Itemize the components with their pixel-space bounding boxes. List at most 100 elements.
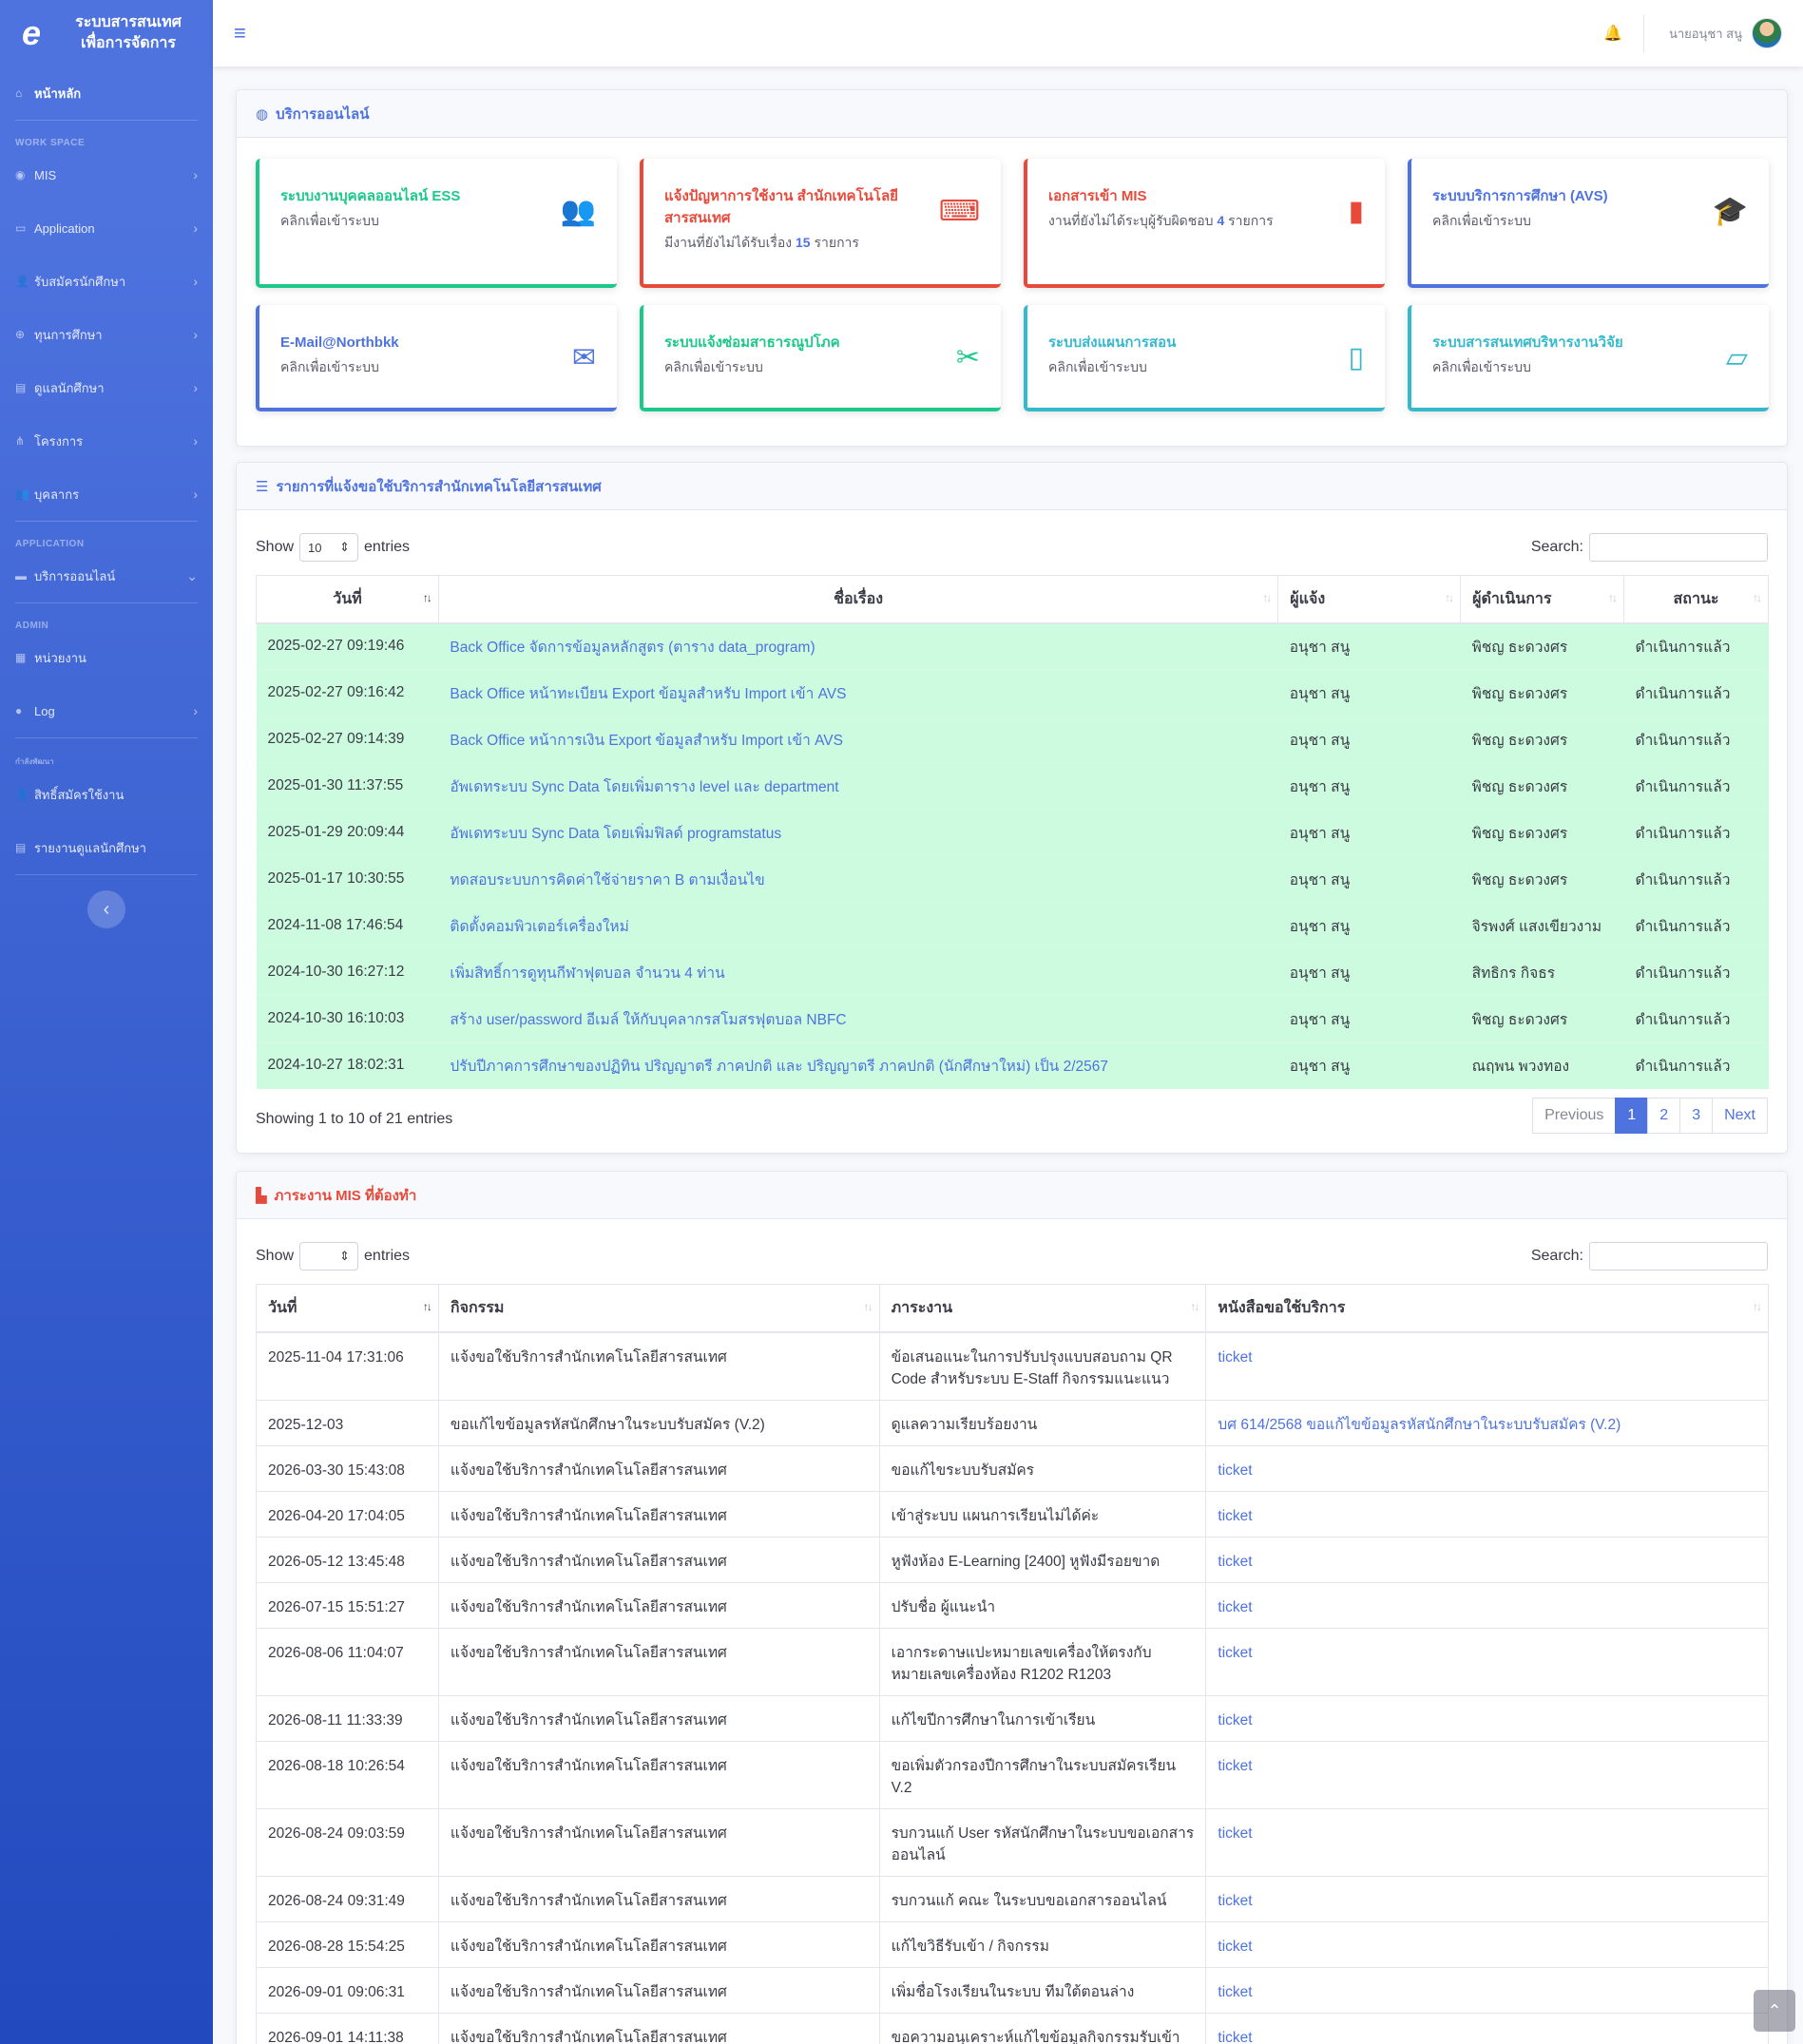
column-header-3[interactable]: ผู้ดำเนินการ ↑↓ [1460, 575, 1625, 624]
column-header-1[interactable]: กิจกรรม ↑↓ [437, 1284, 880, 1333]
page-button-1[interactable]: 1 [1615, 1098, 1649, 1134]
sidebar-item-0[interactable]: ◉ MIS › [0, 148, 213, 201]
chevron-right-icon: › [193, 380, 198, 395]
cell-doc[interactable]: ticket [1205, 2012, 1769, 2044]
cell-subject[interactable]: อัพเดทระบบ Sync Data โดยเพิ่มฟิลด์ progr… [438, 809, 1278, 856]
column-header-4[interactable]: สถานะ ↑↓ [1623, 575, 1769, 624]
table-row[interactable]: 2025-02-27 09:19:46 Back Office จัดการข้อ… [256, 622, 1769, 670]
cell-reporter: อนุชา สนู [1277, 669, 1461, 716]
cell-task: เข้าสู่ระบบ แผนการเรียนไม่ได้ค่ะ [878, 1490, 1207, 1538]
cell-subject[interactable]: ทดสอบระบบการคิดค่าใช้จ่ายราคา B ตามเงื่อ… [438, 855, 1278, 903]
service-tile-7[interactable]: ระบบสารสนเทศบริหารงานวิจัย คลิกเพื่อเข้าร… [1408, 305, 1769, 411]
column-header-2[interactable]: ผู้แจ้ง ↑↓ [1277, 575, 1462, 624]
cell-doc[interactable]: ticket [1205, 1331, 1769, 1401]
sidebar-item-4[interactable]: ▤ ดูแลนักศึกษา › [0, 361, 213, 414]
sidebar-brand[interactable]: e ระบบสารสนเทศ เพื่อการจัดการ [0, 0, 213, 67]
page-button-3[interactable]: 3 [1679, 1098, 1714, 1134]
cell-doc[interactable]: บศ 614/2568 ขอแก้ไขข้อมูลรหัสนักศึกษาในร… [1205, 1399, 1769, 1446]
cell-subject[interactable]: Back Office จัดการข้อมูลหลักสูตร (ตาราง … [438, 622, 1278, 670]
service-tile-1[interactable]: แจ้งปัญหาการใช้งาน สำนักเทคโนโลยีสารสนเท… [640, 159, 1001, 288]
cell-date: 2024-11-08 17:46:54 [256, 902, 439, 949]
service-title: E-Mail@Northbkk [280, 334, 399, 351]
cell-doc[interactable]: ticket [1205, 1581, 1769, 1629]
search-input[interactable] [1589, 1242, 1768, 1270]
service-title: ระบบงานบุคคลออนไลน์ ESS [280, 188, 461, 204]
cell-doc[interactable]: ticket [1205, 1444, 1769, 1492]
column-header-label: หนังสือขอใช้บริการ [1218, 1299, 1346, 1316]
nav-units[interactable]: ▦ หน่วยงาน [0, 631, 213, 684]
cell-subject[interactable]: Back Office หน้าทะเบียน Export ข้อมูลสำห… [438, 669, 1278, 716]
cell-status: ดำเนินการแล้ว [1623, 995, 1769, 1042]
chevron-right-icon: › [193, 274, 198, 289]
sidebar-item-2[interactable]: 👤 รับสมัครนักศึกษา › [0, 255, 213, 308]
table-row[interactable]: 2025-02-27 09:16:42 Back Office หน้าทะเบี… [256, 669, 1769, 716]
search-input[interactable] [1589, 533, 1768, 562]
nav-dashboard[interactable]: ⌂ หน้าหลัก [0, 67, 213, 120]
cell-doc[interactable]: ticket [1205, 1966, 1769, 2014]
column-header-2[interactable]: ภาระงาน ↑↓ [878, 1284, 1207, 1333]
table-row[interactable]: 2024-10-30 16:10:03 สร้าง user/password อ… [256, 995, 1769, 1042]
page-size-select[interactable]: ⇕ [299, 1242, 359, 1270]
service-tile-4[interactable]: E-Mail@Northbkk คลิกเพื่อเข้าระบบ ✉ [256, 305, 617, 411]
sidebar-item-5[interactable]: ⋔ โครงการ › [0, 414, 213, 468]
nav-online-services[interactable]: ▬ บริการออนไลน์ ⌄ [0, 549, 213, 602]
column-header-0[interactable]: วันที่ ↑↓ [256, 575, 439, 624]
sidebar-item-1[interactable]: ▭ Application › [0, 201, 213, 255]
chevron-right-icon: › [193, 433, 198, 449]
table-row[interactable]: 2024-11-08 17:46:54 ติดตั้งคอมพิวเตอร์เคร… [256, 902, 1769, 949]
cell-doc[interactable]: ticket [1205, 1627, 1769, 1696]
cell-doc[interactable]: ticket [1205, 1694, 1769, 1742]
table-row: 2026-08-11 11:33:39 แจ้งขอใช้บริการสำนักเ… [256, 1694, 1769, 1742]
table-row[interactable]: 2025-01-29 20:09:44 อัพเดทระบบ Sync Data … [256, 809, 1769, 856]
table-row[interactable]: 2025-01-30 11:37:55 อัพเดทระบบ Sync Data … [256, 762, 1769, 810]
cell-doc[interactable]: ticket [1205, 1536, 1769, 1583]
user-name[interactable]: นายอนุชา สนู [1669, 24, 1742, 44]
cell-activity: แจ้งขอใช้บริการสำนักเทคโนโลยีสารสนเทศ [437, 1966, 880, 2014]
cell-subject[interactable]: อัพเดทระบบ Sync Data โดยเพิ่มตาราง level… [438, 762, 1278, 810]
page-size-select[interactable]: 10 ⇕ [299, 533, 359, 562]
cell-doc[interactable]: ticket [1205, 1920, 1769, 1968]
service-tile-2[interactable]: เอกสารเข้า MIS งานที่ยังไม่ได้ระบุผู้รับผ… [1024, 159, 1385, 288]
service-tile-3[interactable]: ระบบบริการการศึกษา (AVS) คลิกเพื่อเข้าระบ… [1408, 159, 1769, 288]
service-tile-0[interactable]: ระบบงานบุคคลออนไลน์ ESS คลิกเพื่อเข้าระบบ… [256, 159, 617, 288]
cell-subject[interactable]: เพิ่มสิทธิ์การดูทุนกีฬาฟุตบอล จำนวน 4 ท่… [438, 948, 1278, 996]
sidebar-item-3[interactable]: ⊕ ทุนการศึกษา › [0, 308, 213, 361]
menu-toggle-icon[interactable]: ≡ [234, 21, 246, 46]
scroll-top-button[interactable]: ⌃ [1754, 1990, 1795, 2032]
table-row[interactable]: 2024-10-30 16:27:12 เพิ่มสิทธิ์การดูทุนกี… [256, 948, 1769, 996]
nav-log[interactable]: ● Log › [0, 684, 213, 737]
cell-doc[interactable]: ticket [1205, 1875, 1769, 1922]
bell-icon[interactable]: 🔔 [1603, 24, 1622, 43]
cell-doc[interactable]: ticket [1205, 1490, 1769, 1538]
service-subtitle-suffix: รายการ [1228, 213, 1274, 228]
table-row[interactable]: 2025-01-17 10:30:55 ทดสอบระบบการคิดค่าใช้… [256, 855, 1769, 903]
cell-date: 2025-11-04 17:31:06 [256, 1331, 439, 1401]
sidebar-toggle-button[interactable]: ‹ [87, 890, 125, 928]
service-tile-5[interactable]: ระบบแจ้งซ่อมสาธารณูปโภค คลิกเพื่อเข้าระบบ… [640, 305, 1001, 411]
user-plus-icon: 👤 [15, 788, 29, 801]
list-icon: ☰ [256, 478, 269, 495]
sort-icon: ↑↓ [1753, 1300, 1762, 1313]
cell-subject[interactable]: ปรับปีภาคการศึกษาของปฏิทิน ปริญญาตรี ภาค… [438, 1041, 1278, 1089]
nav-student-report[interactable]: ▤ รายงานดูแลนักศึกษา [0, 821, 213, 874]
next-button[interactable]: Next [1712, 1098, 1768, 1134]
sidebar-item-6[interactable]: 👥 บุคลากร › [0, 468, 213, 521]
service-tile-6[interactable]: ระบบส่งแผนการสอน คลิกเพื่อเข้าระบบ ▯ [1024, 305, 1385, 411]
gauge-icon: ◉ [15, 168, 26, 181]
table-row: 2026-08-06 11:04:07 แจ้งขอใช้บริการสำนักเ… [256, 1627, 1769, 1696]
cell-handler: พิชญ ธะดวงศร [1460, 809, 1624, 856]
cell-subject[interactable]: สร้าง user/password อีเมล์ ให้กับบุคลากร… [438, 995, 1278, 1042]
avatar[interactable] [1752, 18, 1782, 48]
table-row[interactable]: 2024-10-27 18:02:31 ปรับปีภาคการศึกษาของป… [256, 1041, 1769, 1089]
column-header-0[interactable]: วันที่ ↑↓ [256, 1284, 439, 1333]
cell-doc[interactable]: ticket [1205, 1807, 1769, 1877]
cell-subject[interactable]: Back Office หน้าการเงิน Export ข้อมูลสำห… [438, 716, 1278, 763]
cell-doc[interactable]: ticket [1205, 1740, 1769, 1809]
cell-subject[interactable]: ติดตั้งคอมพิวเตอร์เครื่องใหม่ [438, 902, 1278, 949]
previous-button[interactable]: Previous [1532, 1098, 1617, 1134]
table-row[interactable]: 2025-02-27 09:14:39 Back Office หน้าการเง… [256, 716, 1769, 763]
column-header-3[interactable]: หนังสือขอใช้บริการ ↑↓ [1205, 1284, 1769, 1333]
column-header-1[interactable]: ชื่อเรื่อง ↑↓ [437, 575, 1279, 624]
nav-permissions[interactable]: 👤 สิทธิ์สมัครใช้งาน [0, 768, 213, 821]
page-button-2[interactable]: 2 [1647, 1098, 1681, 1134]
